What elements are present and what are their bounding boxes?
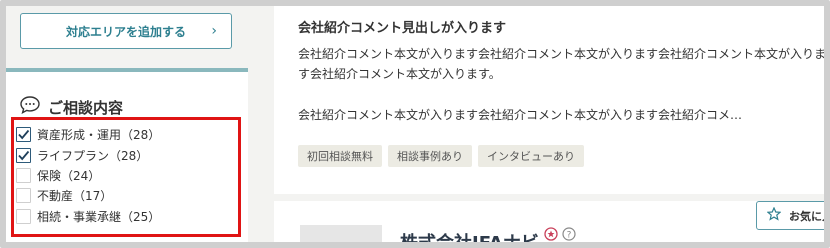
add-area-button[interactable]: 対応エリアを追加する › bbox=[20, 13, 232, 49]
comment-body: 会社紹介コメント本文が入ります会社紹介コメント本文が入ります会社紹介コメント本文… bbox=[298, 47, 827, 81]
help-icon[interactable]: ? bbox=[562, 226, 576, 245]
comment-heading: 会社紹介コメント見出しが入ります bbox=[298, 21, 507, 36]
consult-title: ご相談内容 bbox=[48, 98, 124, 117]
comment-body-truncated: 会社紹介コメント本文が入ります会社紹介コメント本文が入ります会社紹介コメ… bbox=[298, 108, 743, 122]
add-area-button-label: 対応エリアを追加する bbox=[65, 24, 186, 39]
tag-list: 初回相談無料 相談事例あり インタビューあり bbox=[298, 145, 584, 167]
favorite-label: お気に入り bbox=[789, 209, 830, 223]
company-card: 株式会社IFAナビ ? お気に入り bbox=[274, 201, 830, 248]
chevron-right-icon: › bbox=[211, 23, 217, 39]
star-icon bbox=[766, 206, 782, 224]
company-thumbnail bbox=[300, 225, 382, 248]
tag-interview: インタビューあり bbox=[478, 145, 584, 167]
company-comment-card: 会社紹介コメント見出しが入ります 会社紹介コメント本文が入ります会社紹介コメント… bbox=[274, 6, 830, 194]
badge-icon bbox=[544, 226, 558, 245]
company-name[interactable]: 株式会社IFAナビ bbox=[400, 229, 539, 248]
consult-heading: ご相談内容 bbox=[20, 96, 123, 118]
favorite-button[interactable]: お気に入り bbox=[756, 201, 830, 230]
svg-text:?: ? bbox=[567, 231, 572, 241]
company-icons: ? bbox=[544, 226, 576, 245]
tag-case-studies: 相談事例あり bbox=[388, 145, 472, 167]
tag-first-consult-free: 初回相談無料 bbox=[298, 145, 382, 167]
main-content: 会社紹介コメント見出しが入ります 会社紹介コメント本文が入ります会社紹介コメント… bbox=[248, 6, 830, 248]
speech-bubble-icon bbox=[20, 96, 40, 118]
highlight-box bbox=[11, 117, 241, 237]
